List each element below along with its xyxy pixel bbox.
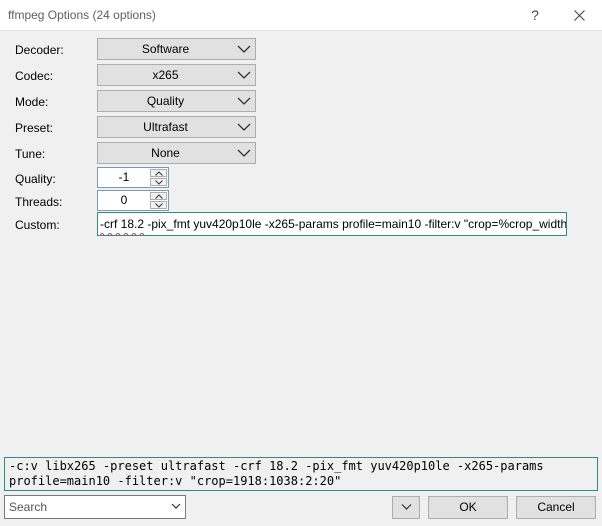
chevron-down-icon bbox=[237, 149, 251, 157]
codec-label: Codec: bbox=[15, 69, 54, 83]
quality-increment-button[interactable] bbox=[150, 169, 167, 177]
custom-params-value: -crf 18.2 -pix_fmt yuv420p10le -x265-par… bbox=[100, 217, 567, 231]
caret-up-icon bbox=[155, 171, 163, 176]
ok-button[interactable]: OK bbox=[428, 496, 508, 519]
chevron-down-icon bbox=[237, 45, 251, 53]
tune-value: None bbox=[151, 146, 180, 160]
command-line-preview[interactable]: -c:v libx265 -preset ultrafast -crf 18.2… bbox=[4, 457, 598, 491]
threads-label: Threads: bbox=[15, 195, 63, 209]
chevron-down-icon bbox=[237, 71, 251, 79]
window-title: ffmpeg Options (24 options) bbox=[8, 8, 156, 22]
quality-label: Quality: bbox=[15, 172, 56, 186]
title-bar: ffmpeg Options (24 options) ? bbox=[0, 0, 602, 31]
custom-params-input[interactable]: -crf 18.2 -pix_fmt yuv420p10le -x265-par… bbox=[97, 212, 567, 236]
chevron-down-icon bbox=[237, 97, 251, 105]
chevron-down-icon[interactable] bbox=[171, 503, 181, 510]
caret-up-icon bbox=[155, 194, 163, 199]
close-button[interactable] bbox=[556, 0, 602, 31]
quality-spin-buttons bbox=[150, 169, 167, 186]
preset-dropdown[interactable]: Ultrafast bbox=[97, 116, 256, 138]
decoder-label: Decoder: bbox=[15, 43, 64, 57]
codec-value: x265 bbox=[152, 68, 179, 82]
caret-down-icon bbox=[155, 203, 163, 208]
mode-value: Quality bbox=[146, 94, 185, 108]
preset-value: Ultrafast bbox=[143, 120, 188, 134]
threads-value[interactable]: 0 bbox=[98, 191, 150, 210]
caret-down-icon bbox=[155, 180, 163, 185]
threads-stepper[interactable]: 0 bbox=[97, 190, 169, 211]
quality-stepper[interactable]: -1 bbox=[97, 167, 169, 188]
chevron-down-icon bbox=[237, 123, 251, 131]
spellcheck-underline bbox=[100, 233, 145, 235]
threads-increment-button[interactable] bbox=[150, 192, 167, 200]
mode-label: Mode: bbox=[15, 95, 49, 109]
threads-decrement-button[interactable] bbox=[150, 201, 167, 209]
help-button[interactable]: ? bbox=[512, 0, 558, 31]
decoder-value: Software bbox=[141, 42, 190, 56]
cancel-button[interactable]: Cancel bbox=[516, 496, 596, 519]
mode-dropdown[interactable]: Quality bbox=[97, 90, 256, 112]
quality-value[interactable]: -1 bbox=[98, 168, 150, 187]
tune-dropdown[interactable]: None bbox=[97, 142, 256, 164]
decoder-dropdown[interactable]: Software bbox=[97, 38, 256, 60]
threads-spin-buttons bbox=[150, 192, 167, 209]
codec-dropdown[interactable]: x265 bbox=[97, 64, 256, 86]
search-input[interactable] bbox=[5, 496, 165, 518]
chevron-down-icon bbox=[401, 504, 411, 510]
quality-decrement-button[interactable] bbox=[150, 178, 167, 186]
custom-label: Custom: bbox=[15, 218, 60, 232]
tune-label: Tune: bbox=[15, 147, 46, 161]
search-combo[interactable] bbox=[4, 495, 186, 519]
close-icon bbox=[573, 10, 585, 21]
preset-label: Preset: bbox=[15, 121, 54, 135]
options-menu-button[interactable] bbox=[392, 496, 420, 519]
